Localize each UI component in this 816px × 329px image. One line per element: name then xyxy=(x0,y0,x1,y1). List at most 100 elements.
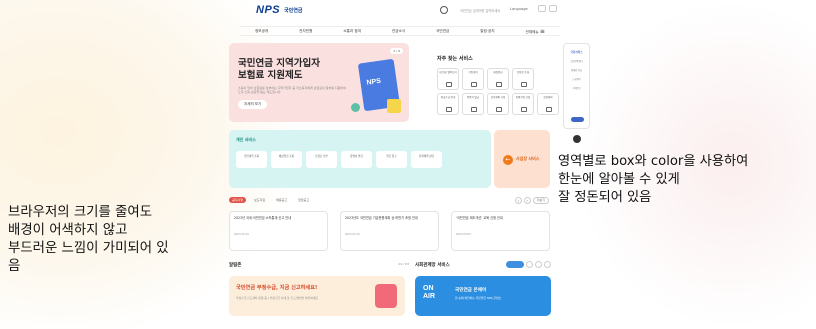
fav-item[interactable]: 내 연금 알아보기 xyxy=(437,68,459,90)
money-icon xyxy=(446,107,452,112)
tab-bid[interactable]: 입찰공고 xyxy=(295,197,312,203)
fav-item-label: 임의가입 신청 xyxy=(515,96,531,99)
instagram-icon[interactable] xyxy=(535,261,542,268)
language-select[interactable]: Language xyxy=(510,7,528,11)
service-button[interactable]: 전화예약 상담 xyxy=(411,151,442,168)
illustration-nps-text: NPS xyxy=(366,77,382,87)
quick-menu-item[interactable]: 장애인 연금 xyxy=(564,69,589,72)
business-services-button[interactable]: ← 사업장 서비스 xyxy=(494,130,550,188)
frequent-services: 자주 찾는 서비스 내 연금 알아보기 가입내역 예상연금 보험료 조회 연금수… xyxy=(433,43,563,123)
sns-channel-button[interactable] xyxy=(506,261,524,268)
tab-notice[interactable]: 공지사항 xyxy=(229,197,247,203)
personal-services: 개인 서비스 가입내역 조회 예상연금 조회 보험료 납부 증명서 발급 연금 … xyxy=(229,130,550,188)
service-button[interactable]: 보험료 납부 xyxy=(306,151,337,168)
youtube-icon[interactable] xyxy=(526,261,533,268)
news-card-date: 2023.10.10 xyxy=(234,232,249,236)
fav-item[interactable]: 증명서 발급 xyxy=(462,93,484,115)
logo-mark: NPS xyxy=(256,4,281,16)
service-button[interactable]: 예상연금 조회 xyxy=(271,151,302,168)
gnb-item-pension[interactable]: 국민연금 xyxy=(436,29,449,34)
gnb-item-community[interactable]: 소통과 참여 xyxy=(343,29,361,34)
annotation-line: 배경이 어색하지 않고 xyxy=(8,223,128,238)
fav-item-label: 납부예외 신청 xyxy=(490,96,506,99)
fav-item[interactable]: 상담예약 xyxy=(537,93,559,115)
chevron-left-icon[interactable]: ‹ xyxy=(514,197,522,204)
news-card[interactable]: 2023년도 국민연금 기금운용계획 상·하반기 조정 안내 2023.09.1… xyxy=(340,211,439,251)
quick-menu-item[interactable]: 지역본부 xyxy=(564,87,589,90)
gnb-item-news[interactable]: 연금소식 xyxy=(392,29,405,34)
gnb-item-info[interactable]: 정보공개 xyxy=(255,29,268,34)
quick-menu-button[interactable] xyxy=(571,117,584,122)
personal-services-title: 개인 서비스 xyxy=(236,137,256,142)
alert-zone-pager[interactable]: 01 / 03 xyxy=(398,262,409,266)
fav-item[interactable]: 예상연금 xyxy=(487,68,509,90)
service-button[interactable]: 증명서 발급 xyxy=(341,151,372,168)
news-navigation: ‹ › 더보기 xyxy=(514,197,549,204)
tab-press[interactable]: 보도자료 xyxy=(251,197,268,203)
personal-services-panel: 개인 서비스 가입내역 조회 예상연금 조회 보험료 납부 증명서 발급 연금 … xyxy=(229,130,491,188)
fav-item-label: 내 연금 알아보기 xyxy=(439,71,457,74)
service-button[interactable]: 연금 청구 xyxy=(376,151,407,168)
tab-recruit[interactable]: 채용공고 xyxy=(273,197,290,203)
zoom-in-button[interactable] xyxy=(538,5,546,12)
annotation-left: 브라우저의 크기를 줄여도 배경이 어색하지 않고 부드러운 느낌이 가미되어 … xyxy=(8,204,246,276)
alert-zone-title: 알림존 xyxy=(229,263,242,268)
service-button[interactable]: 가입내역 조회 xyxy=(236,151,267,168)
alert-card-description: 부정수급 신고센터 운영 중 | 부정수급 사례 및 신고 방법을 확인하세요 xyxy=(236,296,318,300)
report-illustration xyxy=(375,284,397,308)
search-icon[interactable] xyxy=(440,6,448,14)
fav-item[interactable]: 납부예외 신청 xyxy=(487,93,509,115)
facebook-icon[interactable] xyxy=(544,261,551,268)
quick-menu-item[interactable]: 노후준비 xyxy=(564,78,589,81)
quick-menu-title: 국민서비스 xyxy=(570,51,583,54)
memo-illustration xyxy=(387,99,401,113)
news-card-date: 2023.09.15 xyxy=(345,232,360,236)
fav-item[interactable]: 가입내역 xyxy=(462,68,484,90)
fav-item[interactable]: 보험료 조회 xyxy=(512,68,534,90)
gnb-item-civil[interactable]: 전자민원 xyxy=(299,29,312,34)
onair-description: 한 눈에 확인하는 국민연금 SNS 콘텐츠 xyxy=(455,296,502,300)
onair-card[interactable]: ON AIR 국민연금 온에어 한 눈에 확인하는 국민연금 SNS 콘텐츠 xyxy=(415,276,551,316)
news-card-date: 2023.09.05 xyxy=(456,232,471,236)
alert-zone-card[interactable]: 국민연금 부정수급, 지금 신고하세요! 부정수급 신고센터 운영 중 | 부정… xyxy=(229,276,405,316)
logo[interactable]: NPS 국민연금 xyxy=(256,4,303,16)
arrow-left-icon: ← xyxy=(503,155,513,165)
sns-section: 사회관계망 서비스 ON AIR 국민연금 온에어 한 눈에 확인하는 국민연금… xyxy=(415,261,551,322)
search-box[interactable]: 국민연금 검색어를 입력하세요 xyxy=(440,6,500,14)
onair-logo: ON AIR xyxy=(423,285,436,300)
banner-pager[interactable]: 2 / 8 xyxy=(390,48,403,54)
gnb-item-all-menu[interactable]: 전체메뉴 ≡ xyxy=(526,28,545,35)
main-banner[interactable]: 2 / 8 국민연금 지역가입자 보험료 지원제도 소득이 있어 보험료를 납부… xyxy=(229,43,409,122)
more-button[interactable]: 더보기 xyxy=(532,197,549,204)
news-card-title: 2023년도 국민연금 기금운용계획 상·하반기 조정 안내 xyxy=(345,216,418,220)
annotation-line: 잘 정돈되어 있음 xyxy=(558,190,652,205)
banner-detail-button[interactable]: 자세히 보기 xyxy=(238,100,268,109)
alert-zone: 알림존 01 / 03 국민연금 부정수급, 지금 신고하세요! 부정수급 신고… xyxy=(229,262,409,322)
scroll-top-icon[interactable] xyxy=(573,135,581,143)
fav-item[interactable]: 연금수급 안내 xyxy=(437,93,459,115)
gnb-item-notice[interactable]: 알림·공지 xyxy=(480,29,494,34)
chevron-right-icon[interactable]: › xyxy=(523,197,531,204)
fav-item-label: 예상연금 xyxy=(493,71,503,74)
calendar-icon xyxy=(546,107,552,112)
quick-menu-item[interactable]: 공인인증센터 xyxy=(564,60,589,63)
annotation-line: 브라우저의 크기를 줄여도 xyxy=(8,205,153,220)
zoom-out-button[interactable] xyxy=(549,5,557,12)
hamburger-icon: ≡ xyxy=(539,27,545,35)
frequent-services-title: 자주 찾는 서비스 xyxy=(437,56,473,62)
news-card[interactable]: '국민연금 제도개선' 교육 신청 안내 2023.09.05 xyxy=(451,211,550,251)
banner-description: 소득이 있어 보험료를 납부하는 지역가입자 중 저소득자에게 보험료의 일부를… xyxy=(238,86,346,94)
search-doc-icon xyxy=(521,82,527,87)
frequent-services-grid: 내 연금 알아보기 가입내역 예상연금 보험료 조회 연금수급 안내 증명서 발… xyxy=(437,68,562,115)
calculator-icon xyxy=(496,82,502,87)
fav-item[interactable]: 임의가입 신청 xyxy=(512,93,534,115)
annotation-line: 한눈에 알아볼 수 있게 xyxy=(558,172,680,187)
fav-item-label: 연금수급 안내 xyxy=(440,96,456,99)
search-hint[interactable]: 국민연금 검색어를 입력하세요 xyxy=(460,8,500,13)
onair-title: 국민연금 온에어 xyxy=(455,288,487,293)
main-navigation: 정보공개 전자민원 소통과 참여 연금소식 국민연금 알림·공지 전체메뉴 ≡ xyxy=(240,26,560,36)
fav-item-label: 상담예약 xyxy=(543,96,553,99)
user-add-icon xyxy=(521,107,527,112)
list-icon xyxy=(471,82,477,87)
banner-title: 국민연금 지역가입자 보험료 지원제도 xyxy=(238,58,320,81)
